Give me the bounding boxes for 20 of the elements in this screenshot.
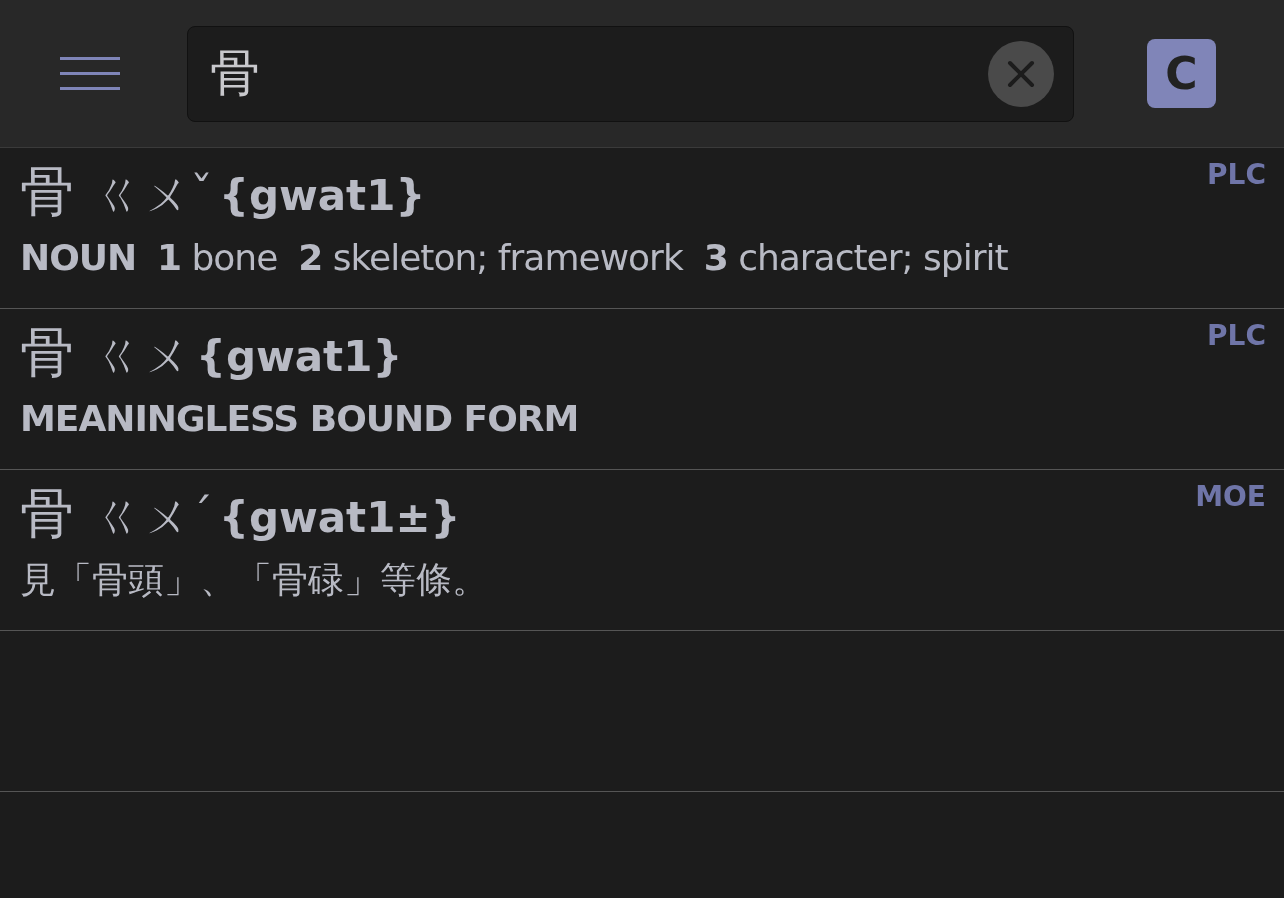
mode-button[interactable]: C [1147,39,1216,108]
zhuyin-reading: ㄍㄨˇ [96,166,213,223]
zhuyin-reading: ㄍㄨˊ [96,488,213,545]
definition-text: 見「骨頭」、「骨碌」等條。 [20,558,489,602]
source-label: MOE [1195,480,1266,513]
definition-text: MEANINGLESS BOUND FORM [20,397,580,441]
menu-button[interactable] [60,56,120,91]
jyutping-reading: {gwat1±} [219,493,461,542]
source-label: PLC [1207,158,1266,191]
jyutping-reading: {gwat1} [219,171,426,220]
source-label: PLC [1207,319,1266,352]
definition-text: NOUN 1 bone 2 skeleton; framework 3 character; spirit [20,236,1009,280]
menu-icon [60,56,120,91]
search-field[interactable]: 骨 [187,25,1074,122]
headword: 骨 [20,481,74,547]
headword: 骨 [20,159,74,225]
zhuyin-reading: ㄍㄨ [96,327,190,384]
headword: 骨 [20,320,74,386]
jyutping-reading: {gwat1} [196,332,403,381]
close-icon [1007,59,1035,88]
